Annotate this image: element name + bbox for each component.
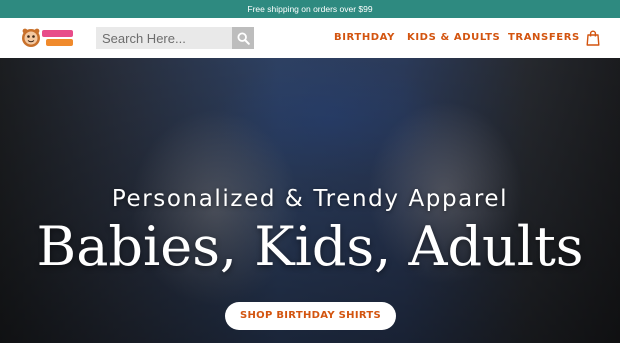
search-icon [236,31,250,45]
site-header: BIRTHDAY KIDS & ADULTS TRANSFERS [0,18,620,59]
nav-item-kids-adults[interactable]: KIDS & ADULTS [407,18,500,58]
hero-title: Babies, Kids, Adults [36,215,584,278]
announcement-bar: Free shipping on orders over $99 [0,0,620,18]
brand-logo[interactable] [21,26,75,50]
shop-birthday-shirts-button[interactable]: SHOP BIRTHDAY SHIRTS [225,302,396,330]
shopping-bag-icon[interactable] [586,30,600,46]
search-bar [96,27,254,49]
nav-item-birthday[interactable]: BIRTHDAY [334,18,395,58]
search-input[interactable] [96,27,232,49]
nav-item-transfers[interactable]: TRANSFERS [508,18,580,58]
search-button[interactable] [232,27,254,49]
announcement-text: Free shipping on orders over $99 [247,4,373,14]
hero-subtitle: Personalized & Trendy Apparel [111,186,509,212]
hero-banner: Personalized & Trendy Apparel Babies, Ki… [0,58,620,343]
